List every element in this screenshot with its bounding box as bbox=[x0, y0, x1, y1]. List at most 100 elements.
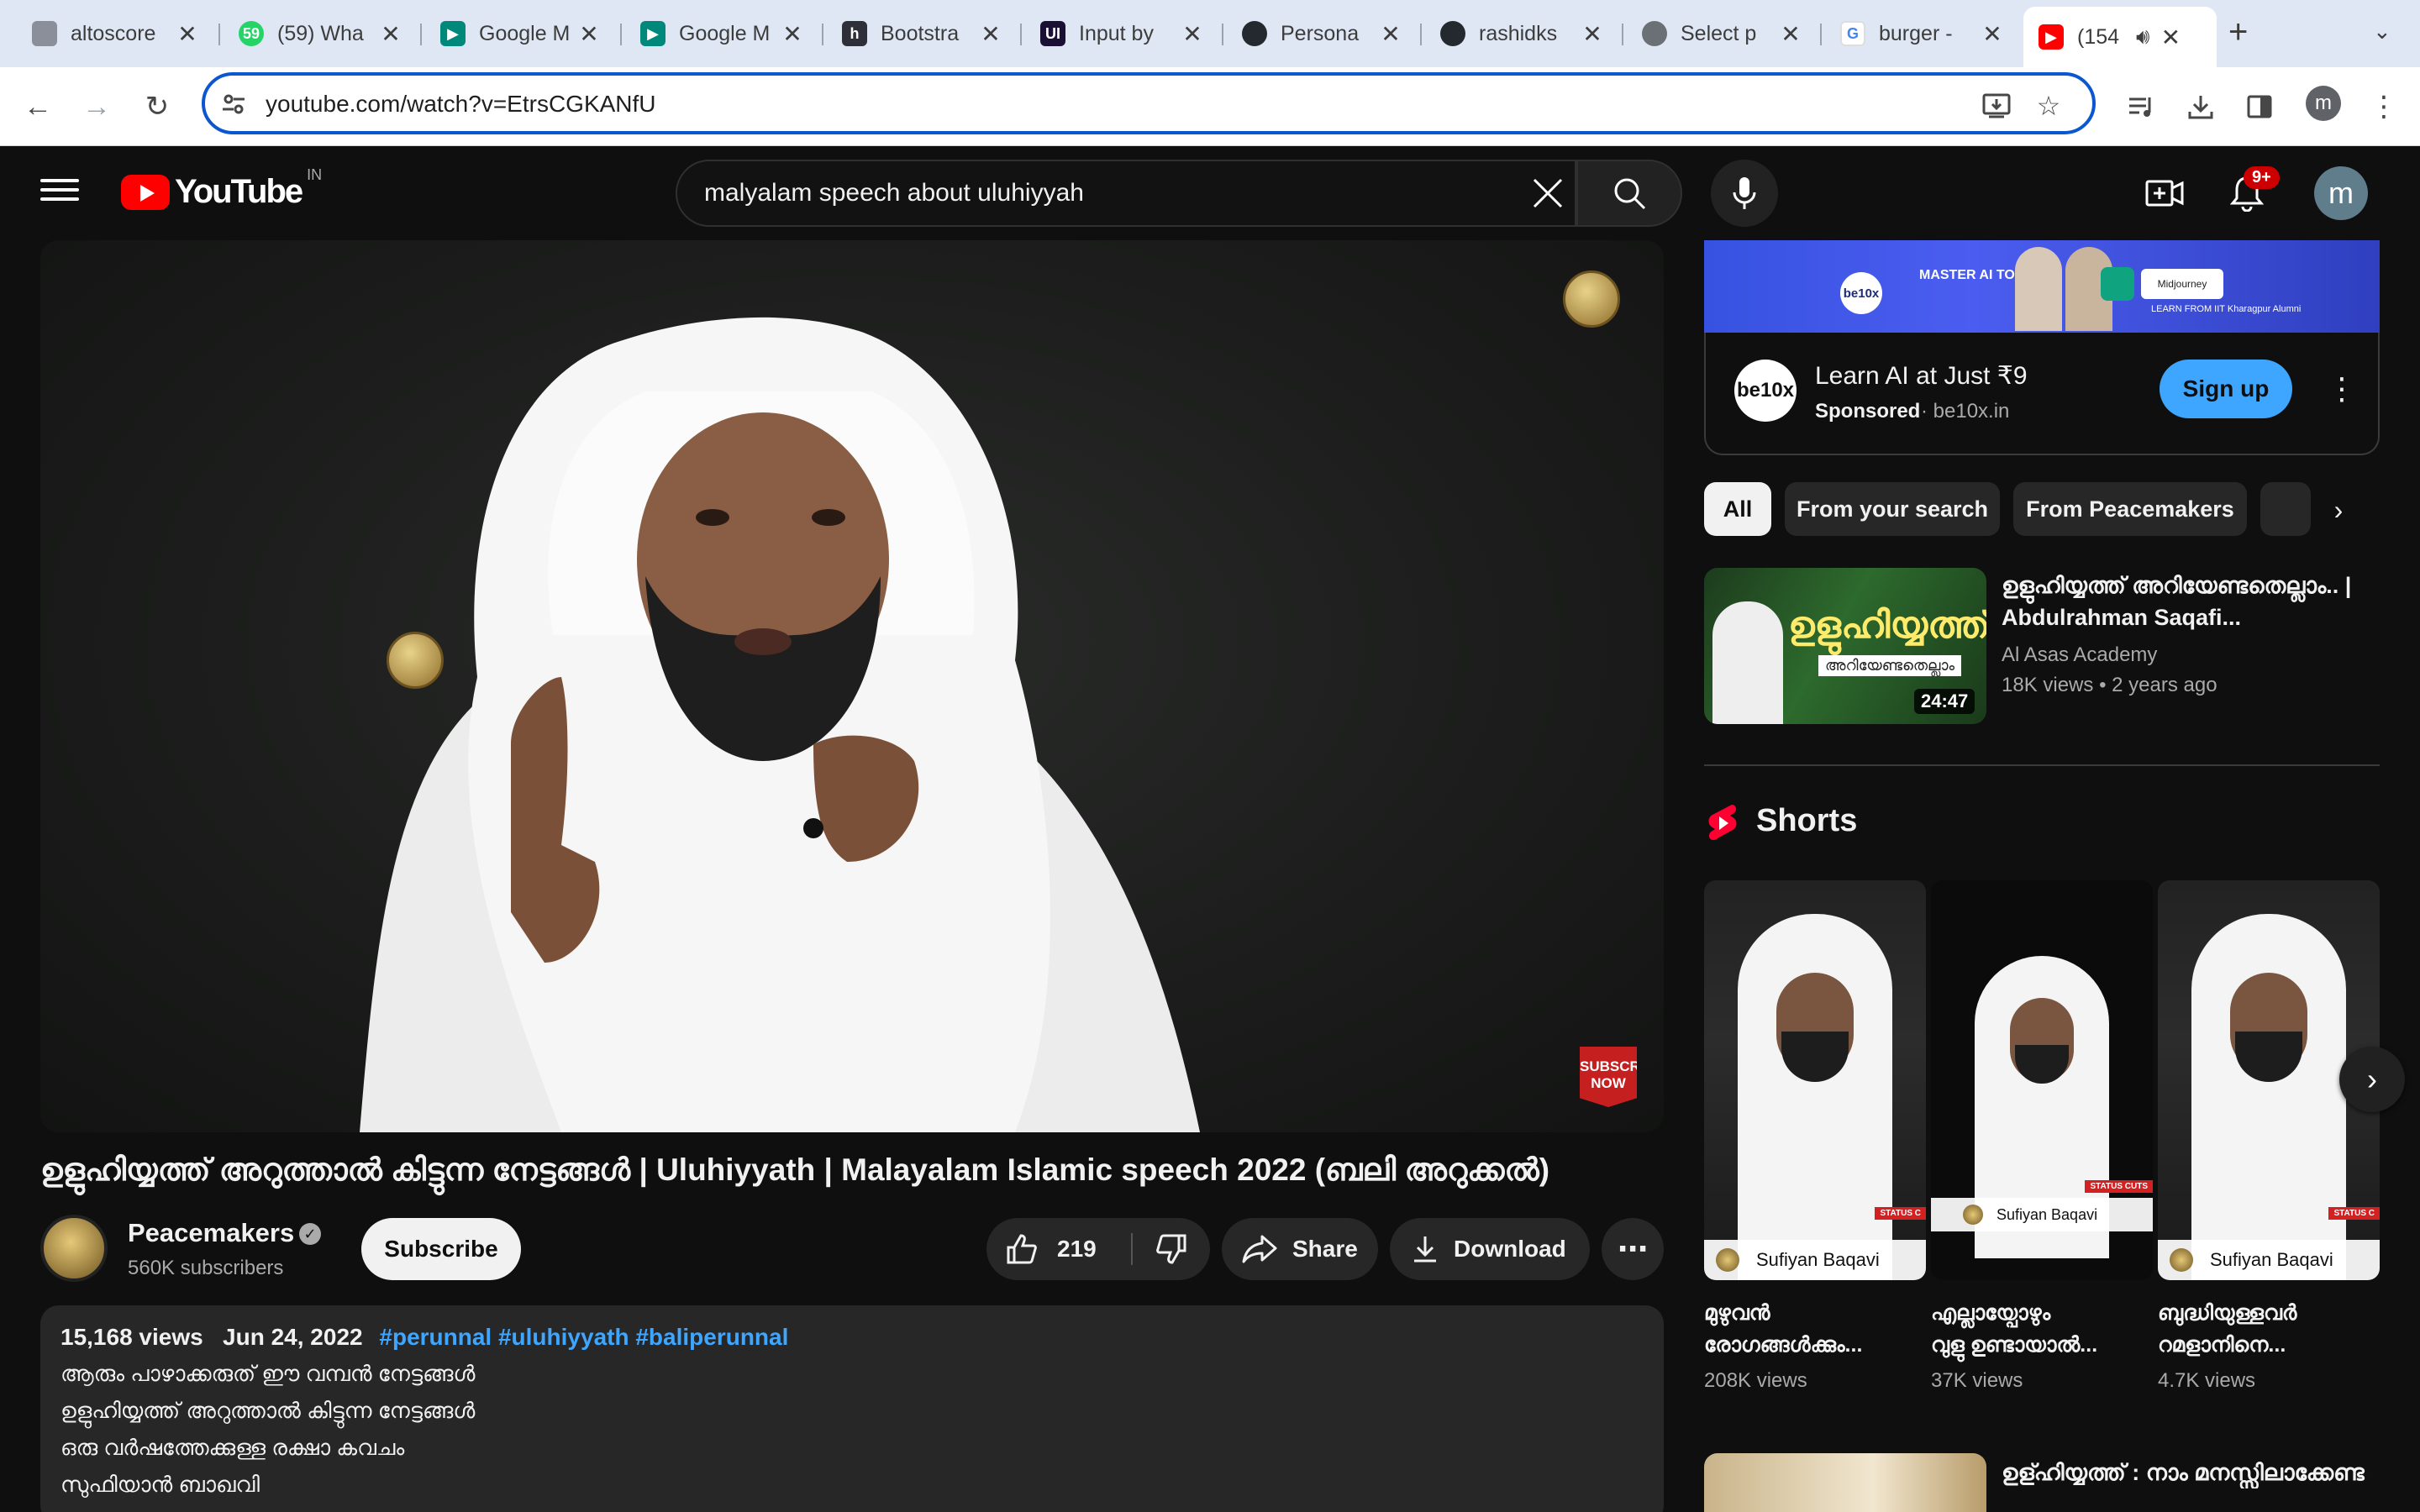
dislike-button[interactable] bbox=[1133, 1218, 1210, 1280]
browser-tab-active[interactable]: ▶ (154 🔊︎ ✕ bbox=[2023, 7, 2217, 67]
short-card[interactable]: STATUS CUTS Sufiyan Baqavi എല്ലായ്പോഴും … bbox=[1931, 880, 2153, 1393]
channel-dot-icon bbox=[1963, 1205, 1983, 1225]
side-panel-icon[interactable] bbox=[2238, 86, 2281, 128]
notification-count-badge: 9+ bbox=[2244, 166, 2280, 189]
hamburger-menu-icon[interactable] bbox=[40, 173, 79, 207]
site-settings-icon[interactable] bbox=[217, 87, 250, 121]
short-title[interactable]: എല്ലായ്പോഴും വുളു ഉണ്ടായാൽ... bbox=[1931, 1297, 2153, 1361]
browser-tab[interactable]: UI Input by ✕ bbox=[1025, 12, 1215, 55]
google-meet-favicon-icon: ▶ bbox=[640, 21, 666, 46]
ad-banner-image[interactable]: be10x MASTER AI TOOLS Midjourney LEARN F… bbox=[1704, 240, 2380, 333]
recommended-thumbnail[interactable] bbox=[1704, 1453, 1986, 1512]
short-thumbnail[interactable]: STATUS C Sufiyan Baqavi bbox=[1704, 880, 1926, 1280]
close-tab-icon[interactable]: ✕ bbox=[978, 20, 1003, 48]
close-tab-icon[interactable]: ✕ bbox=[1180, 20, 1205, 48]
close-tab-icon[interactable]: ✕ bbox=[780, 20, 805, 48]
browser-tab[interactable]: rashidks ✕ bbox=[1425, 12, 1615, 55]
tab-search-chevron-icon[interactable]: ⌄ bbox=[2373, 18, 2391, 45]
video-player[interactable]: SUBSCRIBE NOW bbox=[40, 240, 1664, 1132]
reload-icon[interactable]: ↻ bbox=[136, 86, 178, 128]
close-tab-icon[interactable]: ✕ bbox=[175, 20, 200, 48]
short-card[interactable]: STATUS C Sufiyan Baqavi മുഴുവൻ രോഗങ്ങൾക്… bbox=[1704, 880, 1926, 1393]
video-description-box[interactable]: 15,168 views Jun 24, 2022 #perunnal #ulu… bbox=[40, 1305, 1664, 1512]
search-input[interactable] bbox=[704, 176, 1460, 210]
close-tab-icon[interactable]: ✕ bbox=[1980, 20, 2005, 48]
bookmark-star-icon[interactable]: ☆ bbox=[2030, 87, 2067, 124]
ad-signup-button[interactable]: Sign up bbox=[2160, 360, 2292, 418]
share-label: Share bbox=[1292, 1236, 1358, 1262]
recommended-video[interactable]: ഉള്ഹിയ്യത്ത് : നാം മനസ്സിലാക്കേണ്ട 30 ലധ… bbox=[1704, 1453, 2380, 1512]
short-thumbnail[interactable]: STATUS CUTS Sufiyan Baqavi bbox=[1931, 880, 2153, 1280]
browser-tab[interactable]: 59 (59) Wha ✕ bbox=[224, 12, 413, 55]
chip-all[interactable]: All bbox=[1704, 482, 1771, 536]
address-bar[interactable]: youtube.com/watch?v=EtrsCGKANfU ☆ bbox=[202, 72, 2096, 134]
chip-next-partial[interactable] bbox=[2260, 482, 2311, 536]
close-tab-icon[interactable]: ✕ bbox=[2158, 24, 2183, 51]
create-video-icon[interactable] bbox=[2143, 171, 2186, 215]
ad-more-options-icon[interactable]: ⋮ bbox=[2327, 368, 2357, 410]
browser-tab[interactable]: ▶ Google M ✕ bbox=[425, 12, 612, 55]
subscribe-now-overlay[interactable]: SUBSCRIBE NOW bbox=[1580, 1047, 1637, 1107]
browser-tab[interactable]: G burger - ✕ bbox=[1825, 12, 2015, 55]
close-tab-icon[interactable]: ✕ bbox=[1378, 20, 1403, 48]
thumbnail-figure bbox=[2191, 914, 2346, 1280]
short-title-line: രോഗങ്ങൾക്കും... bbox=[1704, 1333, 1863, 1357]
more-actions-icon[interactable]: ⋯ bbox=[1602, 1218, 1664, 1280]
browser-tab[interactable]: ▶ Google M ✕ bbox=[625, 12, 815, 55]
ad-title[interactable]: Learn AI at Just ₹9 bbox=[1815, 361, 2028, 391]
browser-tab[interactable]: h Bootstra ✕ bbox=[827, 12, 1013, 55]
recommended-channel[interactable]: Al Asas Academy bbox=[2002, 643, 2157, 667]
new-tab-icon[interactable]: + bbox=[2228, 13, 2248, 51]
shorts-heading: Shorts bbox=[1756, 803, 1858, 838]
recommended-video[interactable]: ഉളുഹിയ്യത്ത് അറിയേണ്ടതെല്ലാം 24:47 ഉളുഹി… bbox=[1704, 568, 2380, 724]
channel-name[interactable]: Peacemakers bbox=[128, 1218, 294, 1248]
subscribe-button[interactable]: Subscribe bbox=[361, 1218, 521, 1280]
close-tab-icon[interactable]: ✕ bbox=[1580, 20, 1605, 48]
recommended-title[interactable]: ഉള്ഹിയ്യത്ത് : നാം മനസ്സിലാക്കേണ്ട 30 ലധ… bbox=[2002, 1457, 2371, 1488]
back-icon[interactable]: ← bbox=[17, 86, 59, 128]
thumbs-down-icon bbox=[1156, 1234, 1186, 1264]
recommended-thumbnail[interactable]: ഉളുഹിയ്യത്ത് അറിയേണ്ടതെല്ലാം 24:47 bbox=[1704, 568, 1986, 724]
recommended-title[interactable]: ഉളുഹിയ്യത്ത് അറിയേണ്ടതെല്ലാം.. | Abdulra… bbox=[2002, 570, 2371, 633]
clear-search-icon[interactable] bbox=[1528, 173, 1568, 213]
forward-icon[interactable]: → bbox=[76, 86, 118, 128]
like-button[interactable]: 219 bbox=[986, 1218, 1131, 1280]
shorts-next-chevron-icon[interactable]: › bbox=[2339, 1047, 2405, 1112]
thumbnail-figure bbox=[1738, 914, 1892, 1280]
browser-tab[interactable]: Persona ✕ bbox=[1227, 12, 1413, 55]
channel-avatar[interactable] bbox=[40, 1215, 108, 1282]
install-app-icon[interactable] bbox=[1978, 87, 2015, 124]
browser-tab[interactable]: Select p ✕ bbox=[1627, 12, 1813, 55]
short-card[interactable]: STATUS C Sufiyan Baqavi ബുദ്ധിയുള്ളവർ റമ… bbox=[2158, 880, 2380, 1393]
short-title[interactable]: മുഴുവൻ രോഗങ്ങൾക്കും... bbox=[1704, 1297, 1926, 1361]
thumbnail-text: ഉളുഹിയ്യത്ത് bbox=[1788, 605, 1986, 646]
youtube-logo[interactable]: YouTube IN bbox=[121, 166, 322, 211]
account-avatar[interactable]: m bbox=[2314, 166, 2368, 220]
browser-profile-avatar[interactable]: m bbox=[2306, 86, 2341, 121]
share-button[interactable]: Share bbox=[1222, 1218, 1378, 1280]
ad-card[interactable]: be10x Learn AI at Just ₹9 Sponsored · be… bbox=[1704, 333, 2380, 455]
close-tab-icon[interactable]: ✕ bbox=[1778, 20, 1803, 48]
chevron-right-icon[interactable]: › bbox=[2319, 491, 2358, 529]
browser-tab[interactable]: altoscore ✕ bbox=[17, 12, 210, 55]
media-controls-icon[interactable] bbox=[2121, 86, 2163, 128]
close-tab-icon[interactable]: ✕ bbox=[576, 20, 602, 48]
search-button[interactable] bbox=[1576, 160, 1682, 227]
close-tab-icon[interactable]: ✕ bbox=[378, 20, 403, 48]
browser-toolbar: ← → ↻ youtube.com/watch?v=EtrsCGKANfU ☆ … bbox=[0, 67, 2420, 146]
channel-dot-icon bbox=[1716, 1248, 1739, 1272]
browser-menu-icon[interactable]: ⋮ bbox=[2363, 86, 2405, 128]
short-title[interactable]: ബുദ്ധിയുള്ളവർ റമളാനിനെ... bbox=[2158, 1297, 2380, 1361]
chip-from-your-search[interactable]: From your search bbox=[1785, 482, 2000, 536]
audio-playing-icon[interactable]: 🔊︎ bbox=[2136, 24, 2149, 50]
download-button[interactable]: Download bbox=[1390, 1218, 1590, 1280]
hashtags[interactable]: #perunnal #uluhiyyath #baliperunnal bbox=[379, 1324, 788, 1350]
tab-separator bbox=[1020, 24, 1022, 45]
voice-search-button[interactable] bbox=[1711, 160, 1778, 227]
download-label: Download bbox=[1454, 1236, 1566, 1262]
downloads-icon[interactable] bbox=[2180, 86, 2222, 128]
chip-from-peacemakers[interactable]: From Peacemakers bbox=[2013, 482, 2247, 536]
url-text[interactable]: youtube.com/watch?v=EtrsCGKANfU bbox=[266, 91, 656, 118]
channel-watermark-logo[interactable] bbox=[1563, 270, 1620, 328]
sponsored-label: Sponsored bbox=[1815, 400, 1921, 423]
